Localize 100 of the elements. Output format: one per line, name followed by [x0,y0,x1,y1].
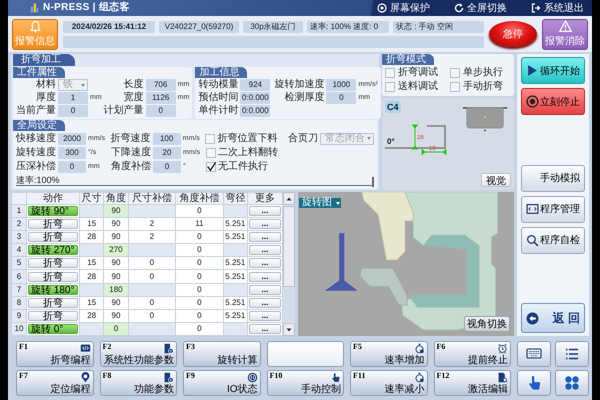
checkbox-label: 送料调试 [398,81,438,93]
field-label: 快移速度 [16,132,56,144]
checkbox[interactable] [385,82,395,92]
function-key[interactable] [266,341,344,367]
scroll-down-button[interactable] [283,323,295,336]
alarm-clock-icon [497,343,508,354]
emergency-stop-button[interactable]: 急停 [489,21,537,47]
input-field[interactable]: 20 [153,146,181,158]
checkbox[interactable] [206,148,216,158]
more-button[interactable]: ... [249,310,281,321]
map-pin-icon [80,372,90,383]
action-button[interactable]: 旋转 180° [28,284,78,295]
field-label: 材料 [35,79,56,91]
field-label: 预估时间 [198,92,238,104]
dimension-line [412,124,418,150]
more-button[interactable]: ... [249,206,281,216]
checkbox[interactable] [205,134,216,144]
function-key[interactable]: F3 旋转计算 [183,341,260,367]
more-button[interactable]: ... [249,272,281,282]
function-key[interactable]: F10 手动控制 [266,370,344,396]
function-key[interactable]: F12 激活编辑 [434,370,511,396]
speed-field: 速率: 100% 速度: 0 [307,20,389,32]
action-button[interactable]: 折弯 [28,258,78,268]
input-field[interactable]: 706 [146,79,176,91]
action-button[interactable]: 折弯 [28,232,78,242]
function-key[interactable]: F9 IO状态 [183,370,260,396]
checkbox[interactable] [450,68,460,78]
input-field[interactable]: 0 [58,160,86,172]
table-cell: 0 [128,256,176,270]
input-field[interactable]: 2000 [58,132,86,144]
input-field[interactable]: 0 [146,105,176,117]
input-field[interactable]: 924 [240,79,270,91]
function-key[interactable]: F8 功能参数 [100,370,177,396]
hand-pointer-icon [330,372,341,383]
side-button[interactable]: 立刻停止 [521,88,585,115]
input-field[interactable]: 300 [58,146,86,158]
action-button[interactable]: 旋转 270° [28,245,78,256]
more-button[interactable]: ... [249,324,281,334]
input-field[interactable]: 0:0.000 [240,105,270,117]
checkbox[interactable] [206,162,216,172]
more-button[interactable]: ... [249,258,281,268]
action-button[interactable]: 折弯 [28,272,78,282]
grid-button[interactable] [555,370,589,396]
tab[interactable]: 折弯加工 [13,54,75,66]
checkbox[interactable] [385,68,395,78]
more-button[interactable]: ... [249,245,281,256]
function-key[interactable]: F7 定位编程 [16,370,94,396]
side-button[interactable]: 程序管理 [521,196,585,222]
hand-button[interactable] [517,370,551,396]
function-key[interactable]: F5 速率增加 [350,341,428,367]
table-cell: 0 [128,309,176,322]
input-field[interactable]: 1126 [146,92,176,104]
toolbar-button[interactable]: 全屏切换 [454,1,507,15]
side-button[interactable]: 返 回 [521,303,585,333]
input-field[interactable]: 100 [152,132,181,144]
circle-icon [377,3,387,13]
side-button[interactable]: 手动模拟 [521,164,585,192]
rate-slider[interactable] [16,177,374,187]
input-field[interactable]: 1 [58,92,88,104]
side-button[interactable]: 循环开始 [521,57,585,84]
checkbox-label: 折弯调试 [398,67,438,79]
action-button[interactable]: 折弯 [28,310,78,321]
table-cell: 0 [176,322,224,336]
table-cell: 0 [128,296,176,310]
input-field[interactable]: 0 [58,105,88,117]
more-button[interactable]: ... [249,284,281,295]
scroll-up-button[interactable] [283,192,295,205]
action-button[interactable]: 折弯 [28,298,78,308]
view-switch-button[interactable]: 视角切换 [464,316,510,332]
input-field[interactable]: 0 [153,160,181,172]
function-key[interactable]: F11 速率减小 [350,370,428,396]
view-button[interactable]: 视觉 [481,173,511,187]
table-cell: 0 [176,283,224,296]
more-button[interactable]: ... [249,232,281,242]
input-field[interactable]: 1000 [326,79,356,91]
row-number: 5 [12,256,26,270]
more-button[interactable]: ... [249,219,281,230]
input-field[interactable]: 0:0.000 [240,92,270,104]
checkbox[interactable] [450,82,460,92]
function-key[interactable]: F2 系统性功能参数 [100,341,177,367]
action-button[interactable]: 折弯 [28,219,78,230]
toolbar-button[interactable]: 屏幕保护 [377,1,430,15]
field-label: 长度 [122,79,144,91]
row-number: 10 [12,322,26,336]
keyboard-button[interactable] [517,341,551,367]
function-key[interactable]: F6 提前终止 [434,341,511,367]
list-button[interactable] [555,341,589,367]
input-field[interactable]: 0 [326,92,356,104]
field-label: 合页刀 [288,132,318,144]
action-button[interactable]: 旋转 90° [28,206,78,216]
side-button[interactable]: 程序自检 [521,226,585,254]
action-button[interactable]: 旋转 0° [28,324,78,334]
scrollbar-thumb[interactable] [283,206,295,288]
more-button[interactable]: ... [249,298,281,308]
column-header: 更多 [248,192,282,204]
toolbar-button[interactable]: 系统退出 [531,1,584,15]
part-name-field: 30p永磁左门 [243,20,303,32]
view-dropdown[interactable]: 旋转图 [299,198,341,208]
alarm-clear-button[interactable]: 报警消除 [542,18,588,50]
function-key[interactable]: F1 折弯编程 [16,341,94,367]
